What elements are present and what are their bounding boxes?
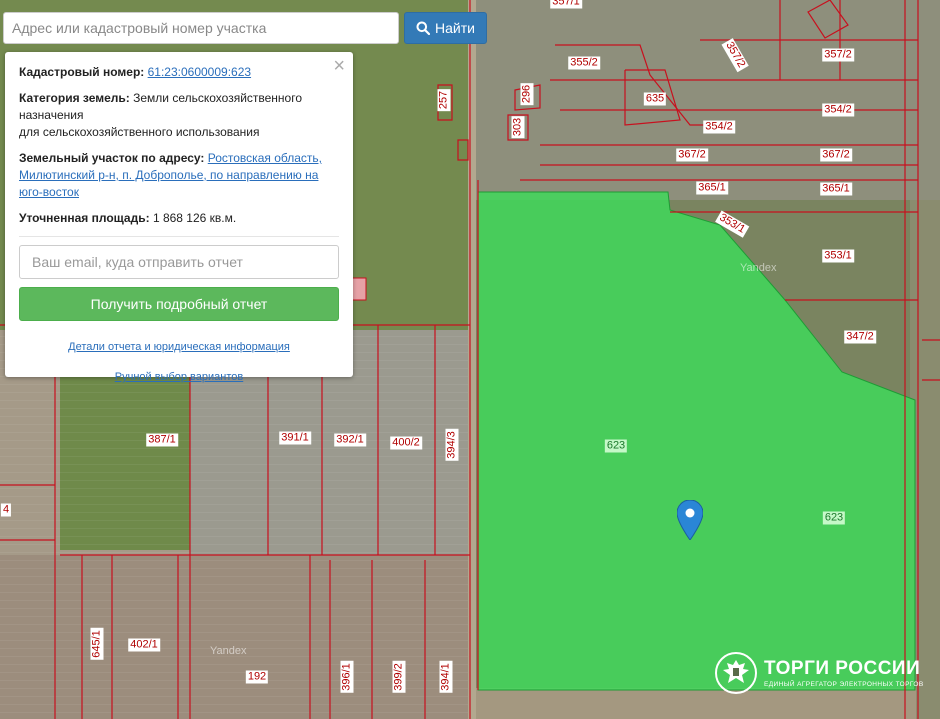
search-button-label: Найти — [435, 20, 475, 36]
map-marker-icon[interactable] — [677, 500, 703, 540]
brand-subtitle: ЕДИНЫЙ АГРЕГАТОР ЭЛЕКТРОННЫХ ТОРГОВ — [764, 680, 924, 688]
report-details-link[interactable]: Детали отчета и юридическая информация — [19, 339, 339, 356]
parcel-label-623: 623 — [604, 439, 628, 453]
parcel-label: 387/1 — [146, 433, 178, 447]
brand-name: ТОРГИ РОССИИ — [764, 657, 921, 679]
parcel-label: 402/1 — [128, 638, 160, 652]
parcel-label-623: 623 — [822, 511, 846, 525]
parcel-label: 396/1 — [340, 661, 354, 693]
land-category-use: для сельскохозяйственного использования — [19, 125, 260, 139]
cadastral-number-link[interactable]: 61:23:0600009:623 — [148, 65, 251, 79]
email-field[interactable] — [19, 245, 339, 279]
get-report-button[interactable]: Получить подробный отчет — [19, 287, 339, 321]
search-input[interactable] — [3, 12, 399, 44]
parcel-label: 392/1 — [334, 433, 366, 447]
parcel-label: 635 — [643, 92, 667, 106]
area-row: Уточненная площадь: 1 868 126 кв.м. — [19, 210, 339, 227]
parcel-label: 365/1 — [820, 182, 852, 196]
parcel-label: 367/2 — [820, 148, 852, 162]
cadastral-number-row: Кадастровый номер: 61:23:0600009:623 — [19, 64, 339, 81]
area-label: Уточненная площадь: — [19, 211, 150, 225]
area-value: 1 868 126 кв.м. — [152, 211, 237, 225]
parcel-label: 303 — [511, 115, 525, 139]
parcel-label: 192 — [245, 670, 269, 684]
parcel-label: 4 — [0, 503, 12, 517]
parcel-label: 354/2 — [822, 103, 854, 117]
divider — [19, 236, 339, 237]
parcel-label: 257 — [437, 88, 451, 112]
yandex-watermark: Yandex — [740, 262, 777, 274]
search-icon — [416, 21, 431, 35]
parcel-label: 296 — [520, 82, 534, 106]
parcel-label: 394/3 — [445, 429, 459, 461]
parcel-info-panel: × Кадастровый номер: 61:23:0600009:623 К… — [5, 52, 353, 383]
eagle-logo-icon — [715, 652, 757, 694]
yandex-watermark: Yandex — [210, 645, 247, 657]
parcel-label: 367/2 — [676, 148, 708, 162]
parcel-label: 645/1 — [90, 628, 104, 660]
close-icon[interactable]: × — [333, 56, 345, 76]
parcel-label: 365/1 — [696, 181, 728, 195]
road-vertical — [468, 0, 476, 719]
parcel-label: 394/1 — [439, 661, 453, 693]
parcel-label: 354/2 — [703, 120, 735, 134]
parcel-label: 353/1 — [822, 249, 854, 263]
torgi-rossii-brand[interactable]: ТОРГИ РОССИИ ЕДИНЫЙ АГРЕГАТОР ЭЛЕКТРОННЫ… — [714, 651, 924, 695]
address-label: Земельный участок по адресу: — [19, 151, 205, 165]
land-category-row: Категория земель: Земли сельскохозяйстве… — [19, 90, 339, 141]
parcel-label: 355/2 — [568, 56, 600, 70]
search-button[interactable]: Найти — [404, 12, 487, 44]
cadastral-number-label: Кадастровый номер: — [19, 65, 145, 79]
parcel-label: 347/2 — [844, 330, 876, 344]
parcel-label: 400/2 — [390, 436, 422, 450]
address-row: Земельный участок по адресу: Ростовская … — [19, 150, 339, 201]
manual-selection-link[interactable]: Ручной выбор вариантов — [19, 369, 339, 386]
land-category-label: Категория земель: — [19, 91, 130, 105]
parcel-label: 391/1 — [279, 431, 311, 445]
parcel-label: 399/2 — [392, 661, 406, 693]
parcel-label: 357/2 — [822, 48, 854, 62]
parcel-label: 357/1 — [550, 0, 582, 9]
small-red-parcel — [351, 277, 367, 301]
